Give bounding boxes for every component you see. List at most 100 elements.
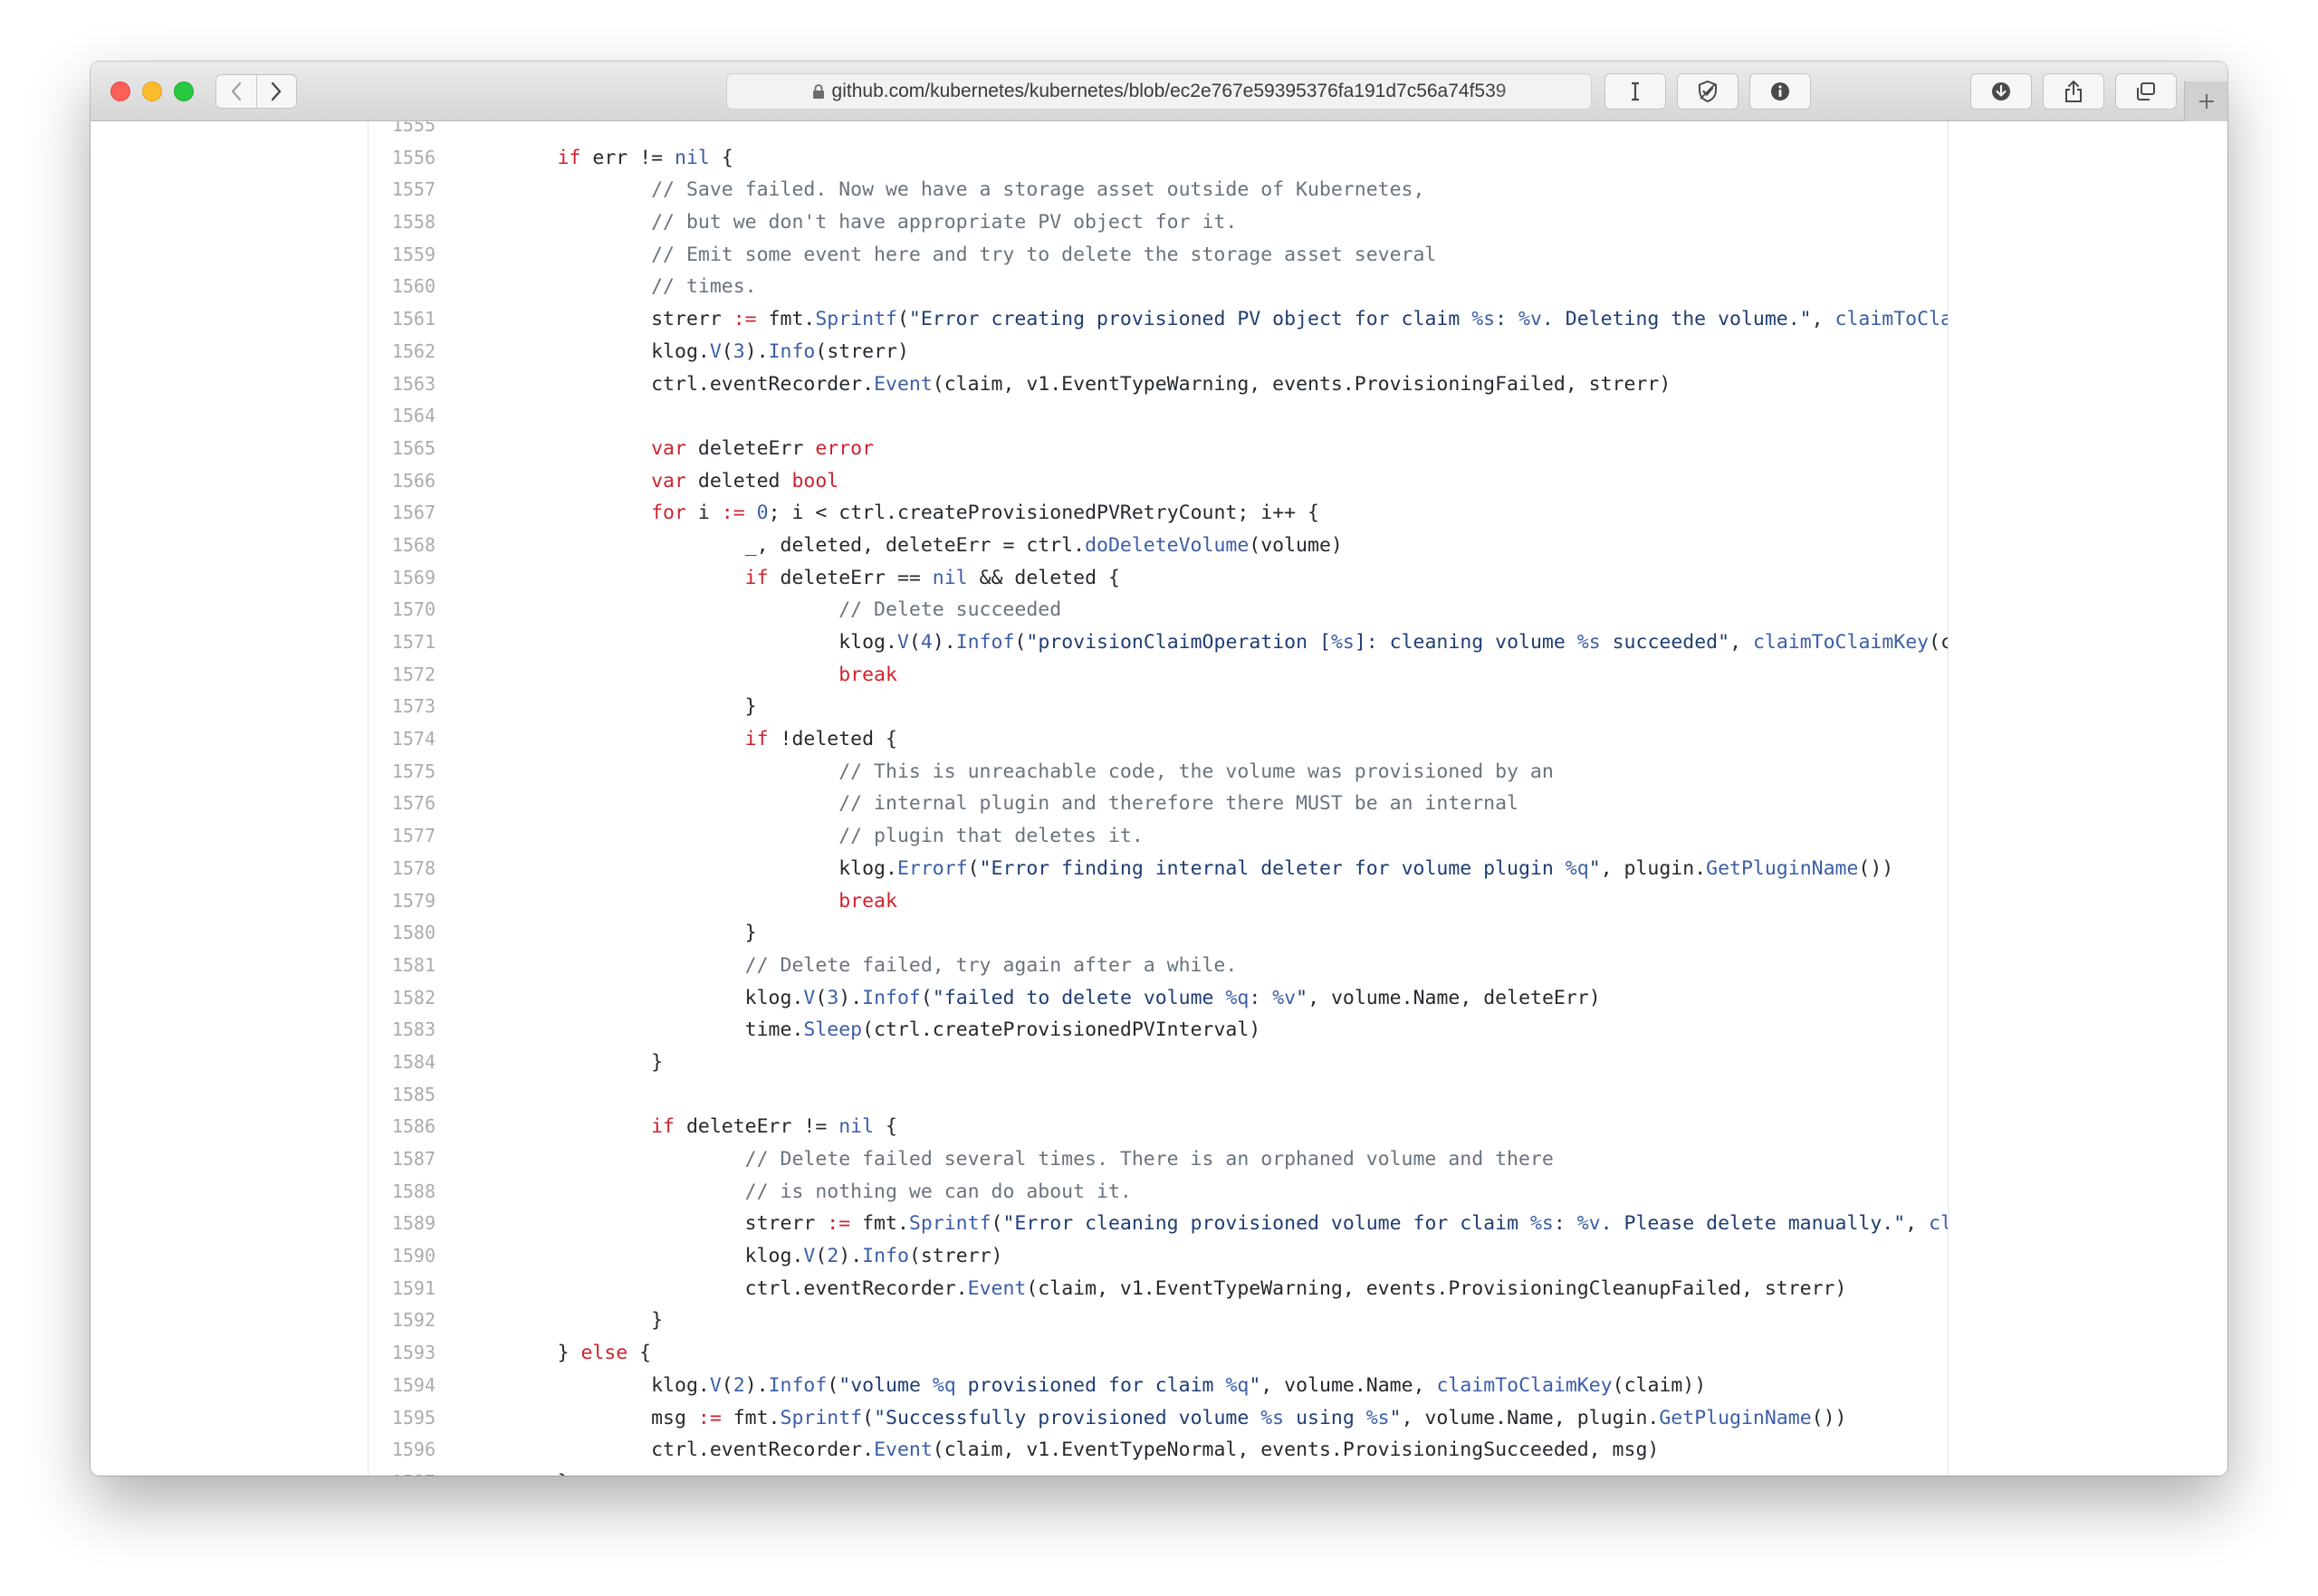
code-token: // Emit some event here and try to delet… [651, 243, 1437, 266]
line-number[interactable]: 1562 [369, 336, 436, 368]
line-number[interactable]: 1573 [369, 691, 436, 723]
code-token: (claim), volume.Name) [1929, 631, 1948, 654]
line-number[interactable]: 1588 [369, 1176, 436, 1209]
share-button[interactable] [2043, 73, 2104, 110]
line-number[interactable]: 1576 [369, 788, 436, 820]
line-number[interactable]: 1572 [369, 659, 436, 692]
line-code: klog.V(2).Info(strerr) [464, 1240, 1003, 1273]
code-token: %q [1225, 986, 1250, 1009]
line-number[interactable]: 1591 [369, 1273, 436, 1305]
new-tab-button[interactable] [2184, 81, 2227, 121]
code-token: ( [920, 986, 933, 1009]
code-line: 1591 ctrl.eventRecorder.Event(claim, v1.… [369, 1273, 1948, 1305]
line-number[interactable]: 1585 [369, 1079, 436, 1112]
code-line: 1568 _, deleted, deleteErr = ctrl.doDele… [369, 530, 1948, 562]
line-number[interactable]: 1593 [369, 1337, 436, 1370]
code-line: 1577 // plugin that deletes it. [369, 820, 1948, 853]
code-token: V [709, 1373, 722, 1397]
line-code: strerr := fmt.Sprintf("Error cleaning pr… [464, 1208, 1948, 1240]
line-number[interactable]: 1564 [369, 400, 436, 433]
close-window-button[interactable] [110, 81, 130, 101]
code-token: nil [675, 146, 710, 169]
line-number[interactable]: 1575 [369, 756, 436, 788]
line-number[interactable]: 1560 [369, 271, 436, 303]
code-token: "Error creating provisioned PV object fo… [908, 308, 1472, 331]
code-token: i [685, 502, 722, 525]
code-token: ( [967, 856, 980, 880]
privacy-report-button[interactable] [1677, 73, 1738, 110]
line-number[interactable]: 1584 [369, 1046, 436, 1079]
line-number[interactable]: 1571 [369, 626, 436, 659]
line-number[interactable]: 1557 [369, 174, 436, 206]
code-token: 0 [756, 502, 769, 525]
code-token: "Error cleaning provisioned volume for c… [1002, 1212, 1530, 1236]
line-number[interactable]: 1580 [369, 917, 436, 950]
code-token: fmt. [850, 1212, 909, 1236]
code-token: var [651, 436, 686, 460]
forward-button[interactable] [255, 75, 297, 108]
tab-overview-button[interactable] [2115, 73, 2177, 110]
address-bar[interactable]: github.com/kubernetes/kubernetes/blob/ec… [726, 73, 1592, 110]
back-button[interactable] [216, 75, 256, 108]
code-token: %s [1471, 308, 1496, 331]
line-number[interactable]: 1581 [369, 950, 436, 982]
line-number[interactable]: 1579 [369, 885, 436, 918]
code-token: Sleep [803, 1018, 863, 1042]
code-token: claimToClaimKey [1929, 1212, 1948, 1236]
line-number[interactable]: 1577 [369, 820, 436, 853]
line-number[interactable]: 1570 [369, 594, 436, 626]
line-number[interactable]: 1597 [369, 1467, 436, 1476]
maximize-window-button[interactable] [174, 81, 194, 101]
line-number[interactable]: 1589 [369, 1208, 436, 1240]
line-number[interactable]: 1556 [369, 142, 436, 175]
line-number[interactable]: 1565 [369, 433, 436, 465]
line-number[interactable]: 1567 [369, 497, 436, 530]
line-number[interactable]: 1558 [369, 206, 436, 239]
downloads-button[interactable] [1970, 73, 2032, 110]
code-token: , [1729, 631, 1753, 654]
line-number[interactable]: 1582 [369, 982, 436, 1015]
code-line: 1578 klog.Errorf("Error finding internal… [369, 853, 1948, 885]
line-number[interactable]: 1590 [369, 1240, 436, 1273]
line-number[interactable]: 1563 [369, 368, 436, 401]
code-token: "volume [838, 1373, 933, 1397]
site-info-button[interactable] [1749, 73, 1811, 110]
line-number[interactable]: 1587 [369, 1143, 436, 1176]
line-number[interactable]: 1595 [369, 1402, 436, 1435]
line-number[interactable]: 1586 [369, 1111, 436, 1143]
line-number[interactable]: 1559 [369, 239, 436, 272]
line-number[interactable]: 1561 [369, 303, 436, 336]
line-number[interactable]: 1583 [369, 1014, 436, 1046]
code-token: ). [838, 1245, 863, 1268]
line-number[interactable]: 1569 [369, 562, 436, 595]
code-token: %q [932, 1373, 956, 1397]
code-line: 1566 var deleted bool [369, 465, 1948, 498]
line-number[interactable]: 1566 [369, 465, 436, 498]
reader-button[interactable] [1604, 73, 1666, 110]
line-number[interactable]: 1592 [369, 1305, 436, 1337]
line-number[interactable]: 1578 [369, 853, 436, 885]
code-line: 1564 [369, 400, 1948, 433]
line-code: break [464, 659, 897, 692]
code-token: %v [1272, 986, 1297, 1009]
line-number[interactable]: 1596 [369, 1434, 436, 1467]
code-line: 1559 // Emit some event here and try to … [369, 239, 1948, 272]
minimize-window-button[interactable] [142, 81, 162, 101]
line-number[interactable]: 1574 [369, 723, 436, 756]
code-line: 1585 [369, 1079, 1948, 1112]
code-token: (strerr) [908, 1245, 1003, 1268]
code-token: 4 [920, 631, 933, 654]
code-token: bool [791, 469, 839, 492]
line-number[interactable]: 1594 [369, 1370, 436, 1402]
line-number[interactable]: 1555 [369, 121, 436, 142]
code-line: 1571 klog.V(4).Infof("provisionClaimOper… [369, 626, 1948, 659]
code-token: V [803, 986, 816, 1009]
line-number[interactable]: 1568 [369, 530, 436, 562]
line-code: // plugin that deletes it. [464, 820, 1144, 853]
